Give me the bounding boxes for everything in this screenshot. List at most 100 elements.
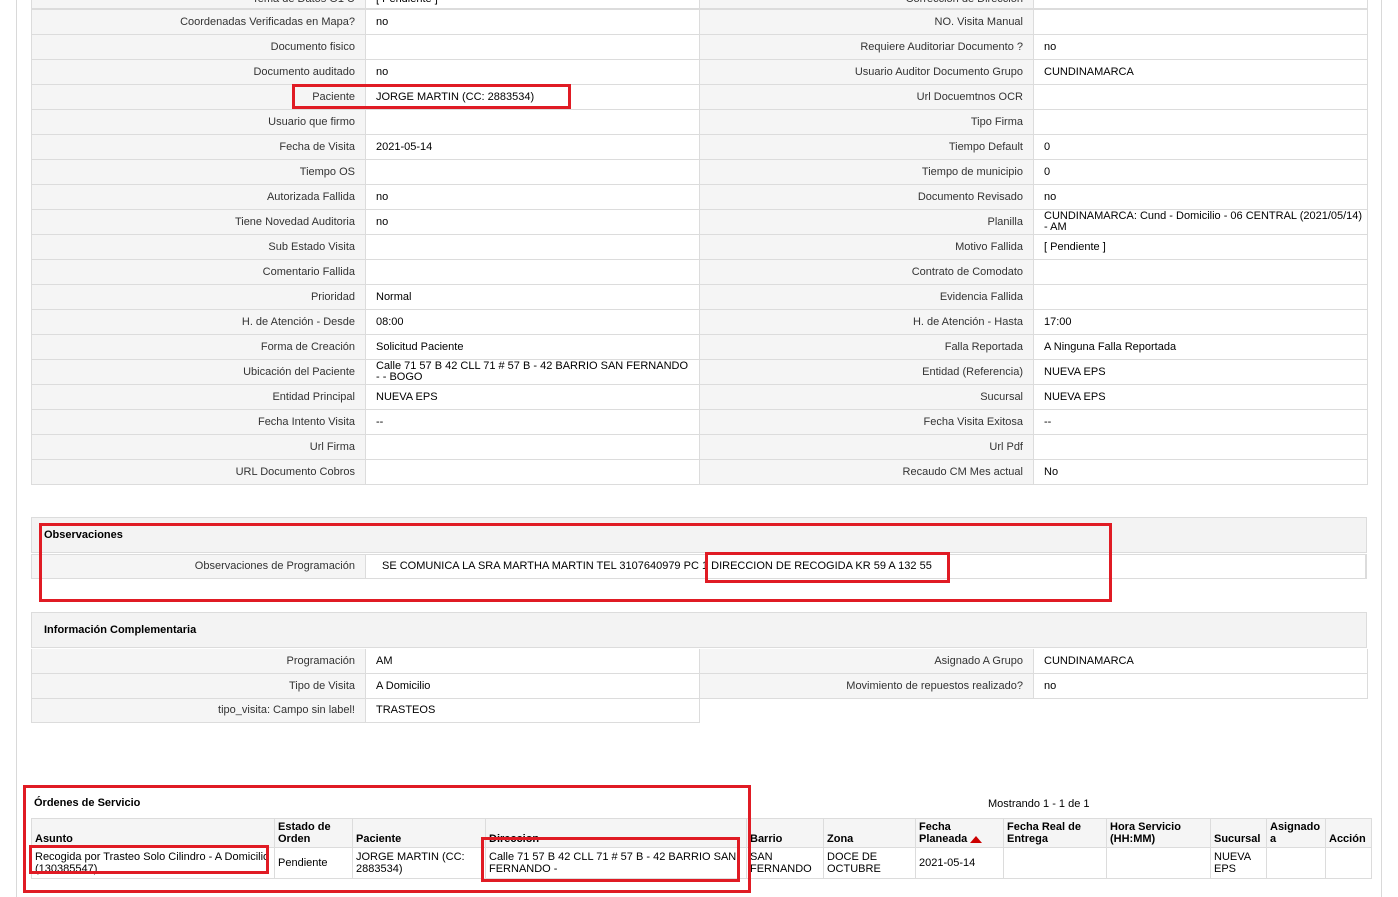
detail-label: Planilla: [700, 210, 1034, 234]
detail-value: [366, 260, 700, 284]
detail-label: Falla Reportada: [700, 335, 1034, 359]
detail-row: Entidad Principal NUEVA EPS Sucursal NUEVA …: [32, 385, 1368, 410]
detail-value: 0: [1034, 160, 1368, 184]
complementaria-value: no: [1034, 674, 1368, 698]
detail-row: Fecha de Visita 2021-05-14 Tiempo Default 0: [32, 135, 1368, 160]
detail-value: A Ninguna Falla Reportada: [1034, 335, 1368, 359]
detail-row: Forma de Creación Solicitud Paciente Falla…: [32, 335, 1368, 360]
detail-label: Url Firma: [32, 435, 366, 459]
detail-row: Ubicación del Paciente Calle 71 57 B 42 C…: [32, 360, 1368, 385]
detail-label: Sub Estado Visita: [32, 235, 366, 259]
detail-label: Evidencia Fallida: [700, 285, 1034, 309]
detail-value: NUEVA EPS: [1034, 385, 1368, 409]
detail-row: Tiene Novedad Auditoria no Planilla CUNDINA…: [32, 210, 1368, 235]
cell-sucursal: NUEVA EPS: [1210, 847, 1267, 879]
detail-label: Fecha de Visita: [32, 135, 366, 159]
complementaria-label: tipo_visita: Campo sin label!: [32, 699, 366, 723]
cell-accion[interactable]: [1325, 847, 1372, 879]
highlight-asunto: [29, 845, 269, 874]
detail-label: Forma de Creación: [32, 335, 366, 359]
detail-value: [366, 110, 700, 134]
detail-label: Fecha Visita Exitosa: [700, 410, 1034, 434]
detail-value: [1034, 285, 1368, 309]
detail-label: H. de Atención - Hasta: [700, 310, 1034, 334]
detail-value: no: [1034, 185, 1368, 209]
detail-label: Entidad Principal: [32, 385, 366, 409]
details-top-partial: Tema de Datos O1 U [ Pendiente ] Correcc…: [31, 0, 1368, 9]
detail-row: URL Documento Cobros Recaudo CM Mes actua…: [32, 460, 1368, 485]
detail-label: Entidad (Referencia): [700, 360, 1034, 384]
detail-value: [1034, 0, 1368, 8]
detail-row: H. de Atención - Desde 08:00 H. de Atenció…: [32, 310, 1368, 335]
detail-label: Motivo Fallida: [700, 235, 1034, 259]
cell-fecha-planeada: 2021-05-14: [915, 847, 1004, 879]
detail-value: [366, 460, 700, 484]
detail-value: Calle 71 57 B 42 CLL 71 # 57 B - 42 BARR…: [366, 360, 700, 384]
detail-label: Tema de Datos O1 U: [32, 0, 366, 8]
detail-label: H. de Atención - Desde: [32, 310, 366, 334]
detail-value: [366, 435, 700, 459]
detail-value: Solicitud Paciente: [366, 335, 700, 359]
column-header-barrio[interactable]: Barrio: [746, 818, 824, 848]
highlight-direccion-recogida: [705, 552, 950, 583]
detail-label: Requiere Auditoriar Documento ?: [700, 35, 1034, 59]
detail-label: Documento auditado: [32, 60, 366, 84]
fecha-planeada-label: Fecha Planeada: [919, 821, 968, 845]
detail-value: [1034, 435, 1368, 459]
cell-barrio: SAN FERNANDO: [746, 847, 824, 879]
detail-row: Comentario Fallida Contrato de Comodato: [32, 260, 1368, 285]
detail-value: no: [366, 210, 700, 234]
detail-value: CUNDINAMARCA: [1034, 60, 1368, 84]
column-header-sucursal[interactable]: Sucursal: [1210, 818, 1267, 848]
detail-value: [1034, 260, 1368, 284]
page-left-border: [16, 0, 17, 897]
cell-zona: DOCE DE OCTUBRE: [823, 847, 916, 879]
detail-row: Fecha Intento Visita -- Fecha Visita Exito…: [32, 410, 1368, 435]
detail-label: URL Documento Cobros: [32, 460, 366, 484]
detail-value: [1034, 85, 1368, 109]
detail-value: no: [366, 185, 700, 209]
detail-value: [ Pendiente ]: [1034, 235, 1368, 259]
complementaria-grid: Programación AM Asignado A Grupo CUNDINA…: [31, 649, 1368, 723]
highlight-direccion: [481, 837, 740, 882]
detail-value: [366, 235, 700, 259]
detail-label: Sucursal: [700, 385, 1034, 409]
detail-value: Normal: [366, 285, 700, 309]
sort-ascending-icon[interactable]: [970, 835, 983, 843]
detail-label: NO. Visita Manual: [700, 10, 1034, 34]
detail-row: Coordenadas Verificadas en Mapa? no NO. Vi…: [32, 10, 1368, 35]
detail-value: 0: [1034, 135, 1368, 159]
detail-row: Sub Estado Visita Motivo Fallida[ Pendien…: [32, 235, 1368, 260]
detail-value: no: [366, 60, 700, 84]
detail-value: [1034, 110, 1368, 134]
detail-value: No: [1034, 460, 1368, 484]
detail-value: --: [366, 410, 700, 434]
detail-label: Usuario Auditor Documento Grupo: [700, 60, 1034, 84]
column-header-zona[interactable]: Zona: [823, 818, 916, 848]
cell-fecha-real: [1003, 847, 1107, 879]
detail-value: no: [366, 10, 700, 34]
detail-label: Comentario Fallida: [32, 260, 366, 284]
detail-label: Usuario que firmo: [32, 110, 366, 134]
detail-value: [366, 35, 700, 59]
column-header-fecha-planeada[interactable]: Fecha Planeada: [915, 818, 1004, 848]
complementaria-title: Información Complementaria: [44, 624, 197, 636]
detail-row: Url Firma Url Pdf: [32, 435, 1368, 460]
detail-value: 08:00: [366, 310, 700, 334]
detail-value: CUNDINAMARCA: Cund - Domicilio - 06 CENT…: [1034, 210, 1368, 234]
detail-label: Documento Revisado: [700, 185, 1034, 209]
detail-row: Tiempo OS Tiempo de municipio 0: [32, 160, 1368, 185]
detail-label: Contrato de Comodato: [700, 260, 1034, 284]
column-header-asignado[interactable]: Asignado a: [1266, 818, 1326, 848]
detail-row: Prioridad Normal Evidencia Fallida: [32, 285, 1368, 310]
cell-hora: [1106, 847, 1211, 879]
complementaria-label: Tipo de Visita: [32, 674, 366, 698]
column-header-fecha-real[interactable]: Fecha Real de Entrega: [1003, 818, 1107, 848]
detail-row: Documento auditado no Usuario Auditor Docu…: [32, 60, 1368, 85]
detail-label: Tipo Firma: [700, 110, 1034, 134]
detail-value: 17:00: [1034, 310, 1368, 334]
column-header-accion: Acción: [1325, 818, 1372, 848]
detail-label: Tiempo de municipio: [700, 160, 1034, 184]
complementaria-label: Asignado A Grupo: [700, 649, 1034, 673]
column-header-hora[interactable]: Hora Servicio (HH:MM): [1106, 818, 1211, 848]
